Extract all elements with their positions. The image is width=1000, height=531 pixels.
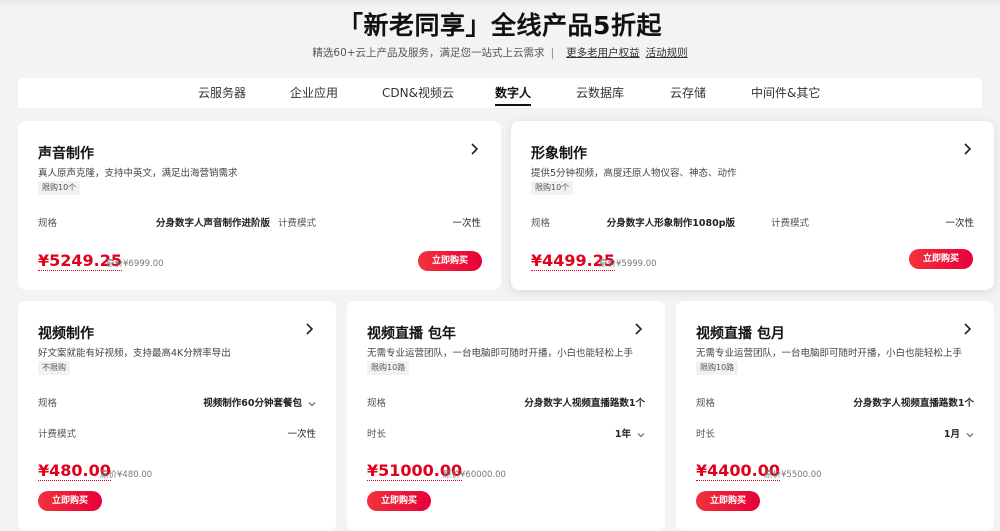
product-card-video: 视频制作 好文案就能有好视频，支持最高4K分辨率导出 不限购 规格 视频制作60… [18, 301, 336, 531]
tab-digital-human[interactable]: 数字人 [495, 78, 532, 108]
billing-mode-label: 计费模式 [38, 429, 77, 440]
original-price: 原价¥5500.00 [764, 470, 822, 480]
product-card-voice: 声音制作 真人原声克隆，支持中英文，满足出海营销需求 限购10个 规格 分身数字… [18, 121, 501, 290]
subtitle-text: 精选60+云上产品及服务，满足您一站式上云需求 [312, 47, 545, 59]
tab-cloud-server[interactable]: 云服务器 [198, 78, 246, 108]
buy-now-button[interactable]: 立即购买 [909, 249, 973, 269]
card-title: 视频制作 [38, 326, 94, 342]
card-description: 提供5分钟视频，高度还原人物仪容、神态、动作 [531, 168, 737, 179]
card-description: 无需专业运营团队，一台电脑即可随时开播，小白也能轻松上手 [696, 348, 963, 359]
product-card-avatar: 形象制作 提供5分钟视频，高度还原人物仪容、神态、动作 限购10个 规格 分身数… [511, 121, 994, 290]
tab-cloud-storage[interactable]: 云存储 [670, 78, 706, 108]
purchase-limit-badge: 限购10路 [367, 361, 410, 375]
duration-value: 1年 [614, 429, 631, 440]
purchase-limit-badge: 限购10路 [696, 361, 739, 375]
chevron-right-icon[interactable] [302, 322, 316, 336]
purchase-limit-badge: 不限购 [38, 361, 70, 375]
buy-now-button[interactable]: 立即购买 [367, 491, 431, 511]
tab-enterprise-apps[interactable]: 企业应用 [290, 78, 338, 108]
billing-mode-value: 一次性 [945, 218, 974, 229]
page-subtitle: 精选60+云上产品及服务，满足您一站式上云需求 | 更多老用户权益 活动规则 [0, 45, 1000, 60]
chevron-down-icon [966, 432, 974, 437]
duration-label: 时长 [367, 429, 387, 440]
activity-rules-link[interactable]: 活动规则 [646, 47, 688, 59]
spec-value: 分身数字人视频直播路数1个 [853, 398, 974, 409]
original-price: 原价¥5999.00 [599, 259, 657, 269]
card-title: 视频直播 包月 [696, 326, 785, 342]
card-description: 真人原声克隆，支持中英文，满足出海营销需求 [38, 168, 238, 179]
original-price: 原价¥60000.00 [443, 470, 506, 480]
tab-cdn-video-cloud[interactable]: CDN&视频云 [382, 78, 454, 108]
card-description: 好文案就能有好视频，支持最高4K分辨率导出 [38, 348, 231, 359]
duration-value: 1月 [943, 429, 960, 440]
card-title: 形象制作 [531, 146, 587, 162]
spec-dropdown[interactable]: 视频制作60分钟套餐包 [203, 395, 316, 409]
category-tabs: 云服务器 企业应用 CDN&视频云 数字人 云数据库 云存储 中间件&其它 [18, 78, 982, 108]
buy-now-button[interactable]: 立即购买 [38, 491, 102, 511]
spec-label: 规格 [367, 398, 387, 409]
purchase-limit-badge: 限购10个 [38, 181, 81, 195]
spec-value: 视频制作60分钟套餐包 [203, 398, 302, 409]
chevron-right-icon[interactable] [631, 322, 645, 336]
duration-dropdown[interactable]: 1月 [944, 426, 974, 440]
duration-label: 时长 [696, 429, 716, 440]
card-description: 无需专业运营团队，一台电脑即可随时开播，小白也能轻松上手 [367, 348, 634, 359]
chevron-right-icon[interactable] [467, 142, 481, 156]
card-title: 视频直播 包年 [367, 326, 456, 342]
card-title: 声音制作 [38, 146, 94, 162]
spec-label: 规格 [531, 218, 551, 229]
chevron-down-icon [308, 401, 316, 406]
product-card-live-monthly: 视频直播 包月 无需专业运营团队，一台电脑即可随时开播，小白也能轻松上手 限购1… [676, 301, 994, 531]
chevron-down-icon [637, 432, 645, 437]
product-card-live-yearly: 视频直播 包年 无需专业运营团队，一台电脑即可随时开播，小白也能轻松上手 限购1… [347, 301, 665, 531]
chevron-right-icon[interactable] [960, 142, 974, 156]
spec-label: 规格 [696, 398, 716, 409]
billing-mode-value: 一次性 [287, 429, 316, 440]
original-price: 原价¥6999.00 [106, 259, 164, 269]
buy-now-button[interactable]: 立即购买 [696, 491, 760, 511]
billing-mode-label: 计费模式 [771, 218, 810, 229]
spec-value: 分身数字人视频直播路数1个 [524, 398, 645, 409]
spec-value: 分身数字人形象制作1080p版 [606, 218, 735, 229]
duration-dropdown[interactable]: 1年 [615, 426, 645, 440]
spec-label: 规格 [38, 218, 58, 229]
purchase-limit-badge: 限购10个 [531, 181, 574, 195]
buy-now-button[interactable]: 立即购买 [418, 251, 482, 271]
billing-mode-value: 一次性 [452, 218, 481, 229]
chevron-right-icon[interactable] [960, 322, 974, 336]
original-price: 原价¥480.00 [100, 470, 153, 480]
tab-middleware-other[interactable]: 中间件&其它 [751, 78, 820, 108]
tab-cloud-database[interactable]: 云数据库 [576, 78, 624, 108]
more-benefits-link[interactable]: 更多老用户权益 [566, 47, 640, 59]
spec-value: 分身数字人声音制作进阶版 [155, 218, 270, 229]
spec-label: 规格 [38, 398, 58, 409]
page-title: 「新老同享」全线产品5折起 [338, 11, 662, 40]
billing-mode-label: 计费模式 [278, 218, 317, 229]
subtitle-separator: | [550, 47, 555, 59]
